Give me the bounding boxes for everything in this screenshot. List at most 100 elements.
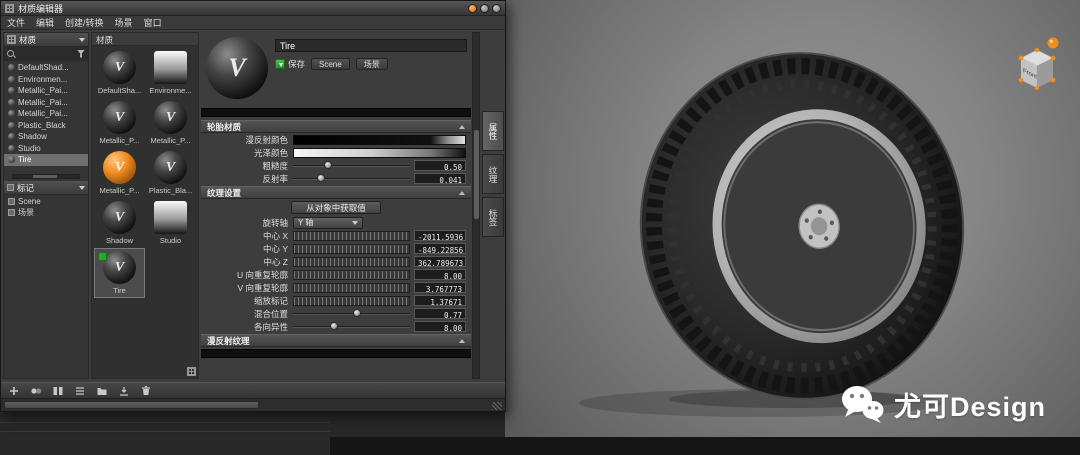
slider-track[interactable] bbox=[293, 322, 410, 332]
material-list-item[interactable]: Studio bbox=[4, 143, 88, 155]
keyshot-logo-icon: V bbox=[115, 60, 124, 76]
viewport-3d[interactable]: Front 尤可Design bbox=[505, 0, 1080, 437]
tick-slider[interactable] bbox=[293, 231, 410, 241]
diffuse-color-bar[interactable] bbox=[293, 135, 466, 145]
material-list-item[interactable]: Metallic_Pai... bbox=[4, 97, 88, 109]
material-list-item[interactable]: Metallic_Pai... bbox=[4, 108, 88, 120]
resize-grip[interactable] bbox=[492, 402, 502, 410]
material-list-item[interactable]: Plastic_Black bbox=[4, 120, 88, 132]
param-label: 缩放标记 bbox=[201, 295, 293, 307]
side-tab-1[interactable]: 纹理 bbox=[482, 154, 504, 194]
tag-name: Scene bbox=[18, 197, 41, 206]
side-tab-0[interactable]: 属性 bbox=[482, 111, 504, 151]
material-ball-thumb: V bbox=[103, 251, 136, 284]
material-thumbnail[interactable]: Environme... bbox=[146, 49, 195, 97]
list-icon[interactable] bbox=[74, 385, 86, 397]
minimize-button[interactable] bbox=[480, 4, 489, 13]
slider-track[interactable] bbox=[293, 161, 410, 171]
slider-track[interactable] bbox=[293, 174, 410, 184]
filter-icon[interactable] bbox=[77, 50, 85, 58]
tick-slider[interactable] bbox=[293, 270, 410, 280]
folder-add-icon[interactable] bbox=[96, 385, 108, 397]
param-value-field[interactable]: 3.767773 bbox=[414, 282, 466, 293]
side-tab-2[interactable]: 标签 bbox=[482, 197, 504, 237]
library-header[interactable]: 材质 bbox=[4, 33, 88, 47]
param-value-field[interactable]: 362.789673 bbox=[414, 256, 466, 267]
slider-rail bbox=[293, 326, 410, 328]
import-icon[interactable] bbox=[118, 385, 130, 397]
param-value-field[interactable]: 8.00 bbox=[414, 321, 466, 332]
slider-handle[interactable] bbox=[353, 309, 361, 317]
param-value-field[interactable]: 0.77 bbox=[414, 308, 466, 319]
slider-handle[interactable] bbox=[324, 161, 332, 169]
material-thumbnail[interactable]: VDefaultSha... bbox=[95, 49, 144, 97]
window-toolbar bbox=[1, 382, 505, 398]
close-button[interactable] bbox=[492, 4, 501, 13]
menu-item-1[interactable]: 编辑 bbox=[36, 16, 54, 29]
scene-tag-badge[interactable]: 场景 bbox=[356, 58, 388, 70]
columns-icon[interactable] bbox=[52, 385, 64, 397]
scene-tag-icon bbox=[8, 198, 15, 205]
material-thumbnail[interactable]: Studio bbox=[146, 199, 195, 247]
slider-track[interactable] bbox=[293, 309, 410, 319]
tag-list-item[interactable]: 场景 bbox=[4, 207, 88, 218]
window-titlebar[interactable]: 材质编辑器 bbox=[1, 1, 505, 16]
add-icon[interactable] bbox=[8, 385, 20, 397]
tags-header[interactable]: 标记 bbox=[4, 181, 88, 195]
menu-item-3[interactable]: 场景 bbox=[115, 16, 133, 29]
slider-handle[interactable] bbox=[317, 174, 325, 182]
get-from-object-button[interactable]: 从对象中获取值 bbox=[291, 201, 381, 214]
material-list-item[interactable]: Shadow bbox=[4, 131, 88, 143]
param-value-field[interactable]: -849.22856 bbox=[414, 243, 466, 254]
splitter-handle[interactable] bbox=[33, 175, 57, 178]
material-list-item[interactable]: Metallic_Pai... bbox=[4, 85, 88, 97]
param-value-field[interactable]: -2011.5936 bbox=[414, 230, 466, 241]
param-value-field[interactable]: 1.37671 bbox=[414, 295, 466, 306]
material-thumbnail[interactable]: VMetallic_P... bbox=[95, 149, 144, 197]
tick-slider[interactable] bbox=[293, 283, 410, 293]
tag-list-item[interactable]: Scene bbox=[4, 196, 88, 207]
axis-dropdown[interactable]: Y 轴 bbox=[293, 217, 363, 229]
material-thumbnail[interactable]: VMetallic_P... bbox=[95, 99, 144, 147]
scene-type-badge[interactable]: Scene bbox=[311, 58, 350, 70]
material-name: Environmen... bbox=[18, 75, 67, 84]
section-texture-settings[interactable]: 纹理设置 bbox=[201, 186, 471, 199]
material-list-item[interactable]: Environmen... bbox=[4, 74, 88, 86]
param-value-field[interactable]: 0.50 bbox=[414, 160, 466, 171]
collapse-icon bbox=[459, 125, 465, 129]
param-value-field[interactable]: 0.041 bbox=[414, 173, 466, 184]
material-thumbnail[interactable]: VMetallic_P... bbox=[146, 99, 195, 147]
param-value-field[interactable]: 8.00 bbox=[414, 269, 466, 280]
panel-splitter[interactable] bbox=[4, 171, 88, 181]
help-button[interactable] bbox=[468, 4, 477, 13]
material-thumbnail[interactable]: VShadow bbox=[95, 199, 144, 247]
scrollbar-handle[interactable] bbox=[474, 130, 479, 220]
save-button[interactable]: 保存 bbox=[275, 58, 305, 70]
view-gizmo[interactable]: Front bbox=[1006, 34, 1068, 98]
slider-handle[interactable] bbox=[330, 322, 338, 330]
tire-material-rows: 漫反射颜色光泽颜色粗糙度0.50反射率0.041 bbox=[201, 133, 471, 185]
param-row: 中心 Y-849.22856 bbox=[201, 242, 471, 255]
menu-item-0[interactable]: 文件 bbox=[7, 16, 25, 29]
material-name-input[interactable] bbox=[275, 39, 467, 52]
delete-icon[interactable] bbox=[140, 385, 152, 397]
properties-scrollbar[interactable] bbox=[472, 32, 480, 379]
menu-item-4[interactable]: 窗口 bbox=[144, 16, 162, 29]
tick-slider[interactable] bbox=[293, 296, 410, 306]
hscroll-handle[interactable] bbox=[4, 401, 259, 409]
tick-slider[interactable] bbox=[293, 257, 410, 267]
tick-slider[interactable] bbox=[293, 244, 410, 254]
horizontal-scrollbar[interactable] bbox=[1, 398, 505, 411]
swatch-icon[interactable] bbox=[30, 385, 42, 397]
gloss-color-bar[interactable] bbox=[293, 148, 466, 158]
material-list-item[interactable]: Tire bbox=[4, 154, 88, 166]
search-input[interactable] bbox=[16, 49, 75, 59]
material-thumbnail[interactable]: VTire bbox=[95, 249, 144, 297]
section-tire-material[interactable]: 轮胎材质 bbox=[201, 120, 471, 133]
material-thumbnail[interactable]: VPlastic_Bla... bbox=[146, 149, 195, 197]
grid-view-icon[interactable] bbox=[187, 367, 196, 376]
material-list-item[interactable]: DefaultShad... bbox=[4, 62, 88, 74]
section-diffuse-texture[interactable]: 漫反射纹理 bbox=[201, 334, 471, 347]
material-ball-icon bbox=[8, 87, 15, 94]
menu-item-2[interactable]: 创建/转换 bbox=[65, 16, 104, 29]
